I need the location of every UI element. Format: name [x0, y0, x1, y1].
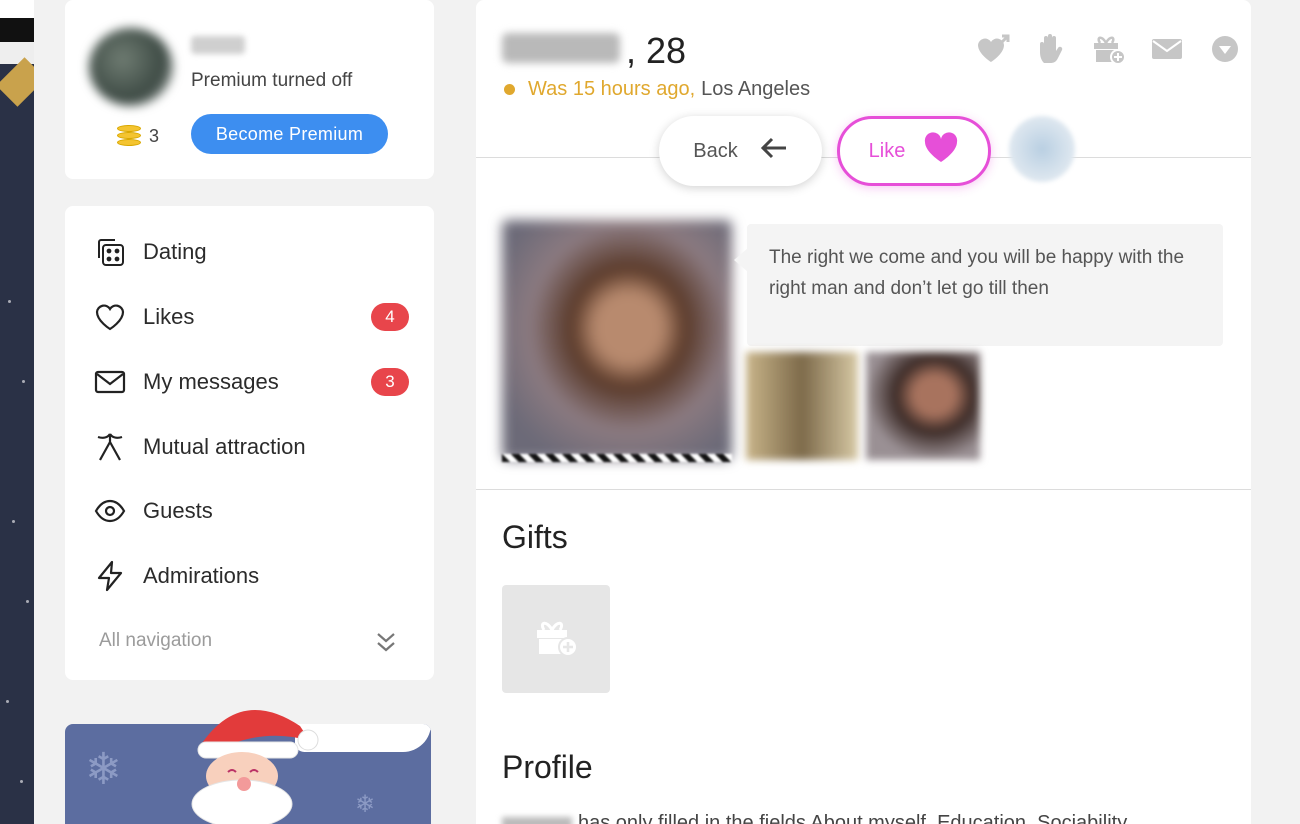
premium-status: Premium turned off — [191, 70, 353, 91]
arrow-left-icon — [760, 137, 788, 165]
more-dropdown-icon[interactable] — [1206, 30, 1244, 68]
dating-icon — [93, 235, 127, 269]
online-status: Was 15 hours ago, Los Angeles — [504, 78, 810, 101]
super-like-button[interactable] — [1009, 116, 1075, 182]
gift-add-icon[interactable] — [1090, 30, 1128, 68]
nav-item-label: Likes — [143, 304, 195, 329]
avatar[interactable] — [89, 28, 173, 106]
heart-arrow-icon[interactable] — [974, 30, 1012, 68]
like-button[interactable]: Like — [837, 116, 991, 186]
nav-item-label: Dating — [143, 239, 207, 264]
nav-item-likes[interactable]: Likes 4 — [93, 297, 409, 337]
back-label: Back — [693, 139, 738, 162]
profile-age: , 28 — [626, 30, 687, 71]
profile-photo-main[interactable] — [502, 220, 732, 460]
nav-item-label: Mutual attraction — [143, 434, 306, 459]
messages-count-badge: 3 — [371, 368, 409, 396]
divider — [476, 489, 1251, 490]
snowflake-icon: ❄ — [355, 791, 376, 818]
all-navigation-link[interactable]: All navigation — [99, 630, 212, 652]
snowflake-icon: ❄ — [85, 745, 122, 794]
user-name-blurred — [191, 36, 245, 54]
background-left-strip — [0, 0, 34, 824]
nav-item-messages[interactable]: My messages 3 — [93, 362, 409, 402]
nav-item-guests[interactable]: Guests — [93, 491, 409, 531]
last-seen: Was 15 hours ago, — [528, 78, 696, 100]
heart-icon — [923, 132, 959, 170]
profile-photo-thumbnail[interactable] — [866, 352, 980, 460]
lightning-icon — [93, 559, 127, 593]
eye-icon — [93, 494, 127, 528]
like-label: Like — [868, 139, 906, 162]
mutual-attraction-icon — [93, 430, 127, 464]
user-card: Premium turned off 3 Become Premium — [65, 0, 434, 179]
profile-name-blurred — [502, 33, 620, 63]
envelope-icon[interactable] — [1148, 30, 1186, 68]
gifts-heading: Gifts — [502, 519, 568, 555]
profile-actions — [974, 30, 1244, 68]
nav-item-mutual-attraction[interactable]: Mutual attraction — [93, 427, 409, 467]
profile-summary: has only filled in the fields About myse… — [502, 812, 1127, 824]
nav-item-admirations[interactable]: Admirations — [93, 556, 409, 596]
coins-count: 3 — [149, 125, 160, 146]
profile-panel: , 28 Was 15 hours ago, Los Angeles Back … — [476, 0, 1251, 824]
navigation-card: Dating Likes 4 My messages 3 Mutual attr… — [65, 206, 434, 680]
santa-illustration — [180, 696, 320, 824]
heart-icon — [93, 300, 127, 334]
nav-item-label: My messages — [143, 369, 279, 394]
profile-city: Los Angeles — [701, 78, 811, 100]
nav-item-dating[interactable]: Dating — [93, 232, 409, 272]
gift-add-icon — [533, 616, 579, 663]
status-dot — [504, 84, 515, 95]
profile-photo-thumbnail[interactable] — [746, 352, 858, 460]
wave-hand-icon[interactable] — [1032, 30, 1070, 68]
profile-bio: The right we come and you will be happy … — [747, 224, 1223, 346]
envelope-icon — [93, 365, 127, 399]
chevron-double-down-icon[interactable] — [375, 630, 397, 659]
back-button[interactable]: Back — [659, 116, 822, 186]
become-premium-button[interactable]: Become Premium — [191, 114, 388, 154]
coins-icon — [117, 125, 141, 147]
profile-name-age: , 28 — [502, 30, 686, 72]
nav-item-label: Admirations — [143, 563, 260, 588]
coins-balance[interactable]: 3 — [117, 125, 159, 147]
likes-count-badge: 4 — [371, 303, 409, 331]
nav-item-label: Guests — [143, 498, 213, 523]
send-gift-button[interactable] — [502, 585, 610, 693]
profile-heading: Profile — [502, 749, 593, 785]
